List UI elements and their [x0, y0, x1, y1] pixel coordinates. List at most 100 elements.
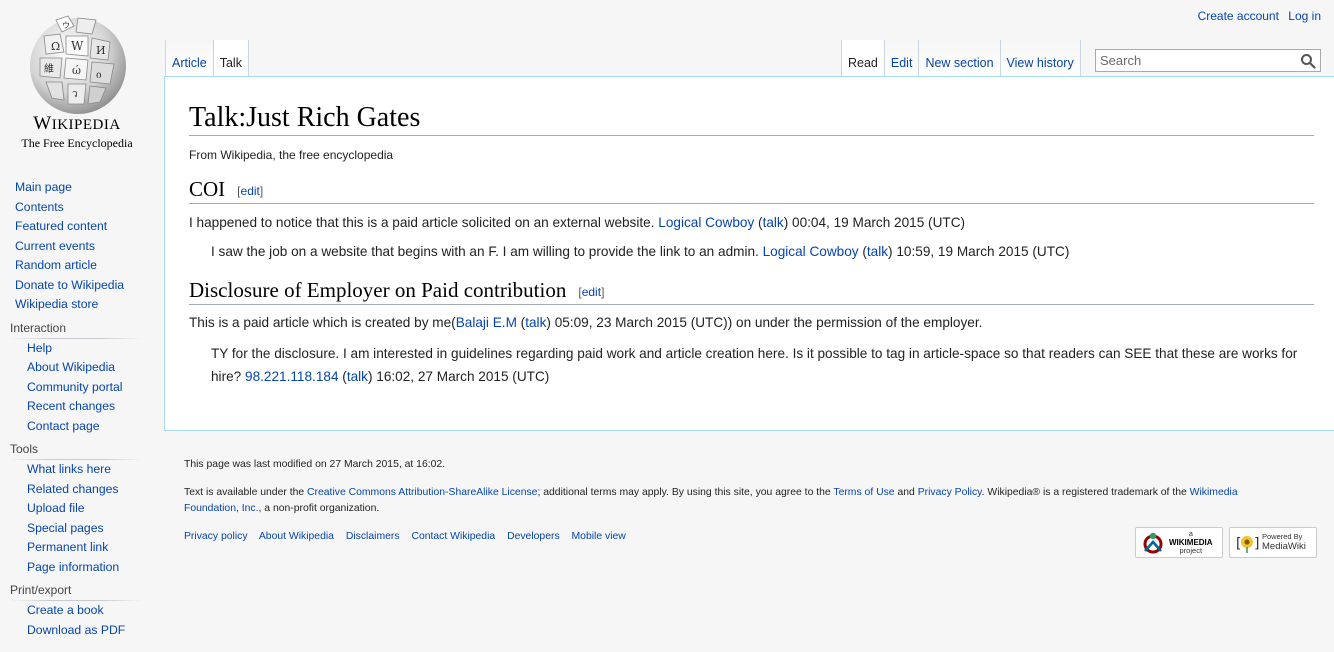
main-navigation: Main page Contents Featured content Curr… [0, 178, 150, 315]
tab-read[interactable]: Read [841, 40, 885, 77]
tab-article[interactable]: Article [165, 40, 214, 77]
license-fragment: ; additional terms may apply. By using t… [537, 487, 834, 498]
comment-reply: TY for the disclosure. I am interested i… [211, 342, 1311, 388]
svg-text:[: [ [1234, 536, 1242, 552]
edit-section-link: [edit] [578, 285, 605, 299]
svg-text:ώ: ώ [72, 64, 81, 77]
content-area: Talk:Just Rich Gates From Wikipedia, the… [164, 76, 1334, 431]
create-account-link[interactable]: Create account [1198, 9, 1279, 23]
tab-new-section[interactable]: New section [919, 40, 1001, 77]
license-fragment: , a non-profit organization. [258, 503, 380, 514]
footer-about[interactable]: About Wikipedia [259, 531, 334, 542]
nav-permanent-link[interactable]: Permanent link [27, 538, 150, 558]
cc-license-link[interactable]: Creative Commons Attribution-ShareAlike … [307, 487, 537, 498]
terms-of-use-link[interactable]: Terms of Use [833, 487, 894, 498]
timestamp: 00:04, 19 March 2015 (UTC) [792, 215, 966, 230]
svg-text:維: 維 [44, 62, 54, 75]
footer-contact[interactable]: Contact Wikipedia [411, 531, 495, 542]
comment: I happened to notice that this is a paid… [189, 213, 1314, 233]
user-talk-link[interactable]: talk [867, 244, 888, 259]
last-modified: This page was last modified on 27 March … [184, 459, 446, 470]
user-talk-link[interactable]: talk [525, 315, 546, 330]
nav-recent-changes[interactable]: Recent changes [27, 397, 150, 417]
section-heading-coi: COI [edit] [189, 175, 1314, 204]
license-text: Text is available under the Creative Com… [184, 485, 1284, 517]
nav-contact-page[interactable]: Contact page [27, 417, 150, 437]
wikipedia-logo[interactable]: Ω W И 維 ώ ი ว ウ WIKIPEDIA The Free Encyc… [14, 12, 140, 154]
tools-portal: Tools What links here Related changes Up… [0, 439, 150, 577]
license-fragment: Text is available under the [184, 487, 308, 498]
footer-disclaimers[interactable]: Disclaimers [346, 531, 400, 542]
personal-tools: Create account Log in [1192, 9, 1321, 23]
search-input[interactable] [1096, 50, 1292, 71]
user-talk-link[interactable]: talk [347, 369, 368, 384]
comment-text: I saw the job on a website that begins w… [211, 244, 763, 259]
tab-edit[interactable]: Edit [884, 40, 920, 77]
privacy-policy-link[interactable]: Privacy Policy [918, 487, 982, 498]
comment-reply: I saw the job on a website that begins w… [211, 242, 1314, 262]
footer-places: Privacy policy About Wikipedia Disclaime… [184, 531, 635, 542]
nav-create-book[interactable]: Create a book [27, 601, 150, 621]
section-title: COI [189, 177, 226, 201]
user-link[interactable]: Logical Cowboy [658, 215, 754, 230]
svg-text:W: W [71, 39, 84, 53]
nav-community-portal[interactable]: Community portal [27, 378, 150, 398]
paren: ( [754, 215, 763, 230]
svg-text:И: И [96, 44, 106, 57]
svg-text:]: ] [1253, 536, 1260, 552]
nav-current-events[interactable]: Current events [15, 237, 150, 257]
nav-upload-file[interactable]: Upload file [27, 499, 150, 519]
edit-link[interactable]: edit [241, 184, 260, 198]
powered-by-mediawiki-badge[interactable]: [ ] Powered By MediaWiki [1229, 527, 1317, 558]
badge-text: project [1179, 546, 1203, 555]
nav-about-wikipedia[interactable]: About Wikipedia [27, 358, 150, 378]
nav-contents[interactable]: Contents [15, 198, 150, 218]
print-heading: Print/export [10, 583, 72, 597]
svg-text:Ω: Ω [51, 40, 60, 53]
user-link[interactable]: Balaji E.M [456, 315, 517, 330]
paren: ( [338, 369, 347, 384]
user-link[interactable]: Logical Cowboy [763, 244, 859, 259]
tab-talk[interactable]: Talk [213, 40, 249, 77]
badge-text: Powered By [1262, 532, 1303, 541]
puzzle-globe-icon: Ω W И 維 ώ ი ว ウ [30, 15, 126, 114]
nav-main-page[interactable]: Main page [15, 178, 150, 198]
print-portal: Print/export Create a book Download as P… [0, 580, 150, 640]
nav-store[interactable]: Wikipedia store [15, 295, 150, 315]
comment-text: on under the permission of the employer. [732, 315, 983, 330]
edit-section-link: [edit] [237, 184, 264, 198]
nav-related-changes[interactable]: Related changes [27, 480, 150, 500]
badge-text: MediaWiki [1262, 541, 1306, 552]
interaction-heading: Interaction [10, 320, 67, 335]
wikimedia-logo-icon [1143, 532, 1163, 553]
footer-developers[interactable]: Developers [507, 531, 560, 542]
license-fragment: and [894, 487, 918, 498]
nav-what-links-here[interactable]: What links here [27, 460, 150, 480]
search-box [1095, 49, 1321, 72]
sidebar: Main page Contents Featured content Curr… [0, 178, 150, 640]
section-title: Disclosure of Employer on Paid contribut… [189, 278, 567, 302]
svg-text:ว: ว [72, 89, 78, 100]
nav-help[interactable]: Help [27, 339, 150, 359]
paren: ( [516, 315, 526, 330]
search-icon[interactable] [1300, 53, 1316, 69]
svg-text:ウ: ウ [62, 21, 70, 30]
nav-donate[interactable]: Donate to Wikipedia [15, 276, 150, 296]
nav-random-article[interactable]: Random article [15, 256, 150, 276]
timestamp: 05:09, 23 March 2015 (UTC)) [554, 315, 733, 330]
login-link[interactable]: Log in [1288, 9, 1321, 23]
footer-privacy-policy[interactable]: Privacy policy [184, 531, 248, 542]
user-link[interactable]: 98.221.118.184 [245, 369, 338, 384]
nav-special-pages[interactable]: Special pages [27, 519, 150, 539]
edit-link[interactable]: edit [582, 285, 601, 299]
comment-text: I happened to notice that this is a paid… [189, 215, 659, 230]
namespace-tabs: Article Talk [165, 40, 249, 77]
footer-mobile-view[interactable]: Mobile view [572, 531, 626, 542]
nav-featured-content[interactable]: Featured content [15, 217, 150, 237]
nav-page-information[interactable]: Page information [27, 558, 150, 578]
nav-download-pdf[interactable]: Download as PDF [27, 621, 150, 641]
user-talk-link[interactable]: talk [763, 215, 784, 230]
timestamp: 10:59, 19 March 2015 (UTC) [896, 244, 1070, 259]
tab-view-history[interactable]: View history [1000, 40, 1081, 77]
wikimedia-project-badge[interactable]: a WIKIMEDIA project [1135, 527, 1223, 558]
